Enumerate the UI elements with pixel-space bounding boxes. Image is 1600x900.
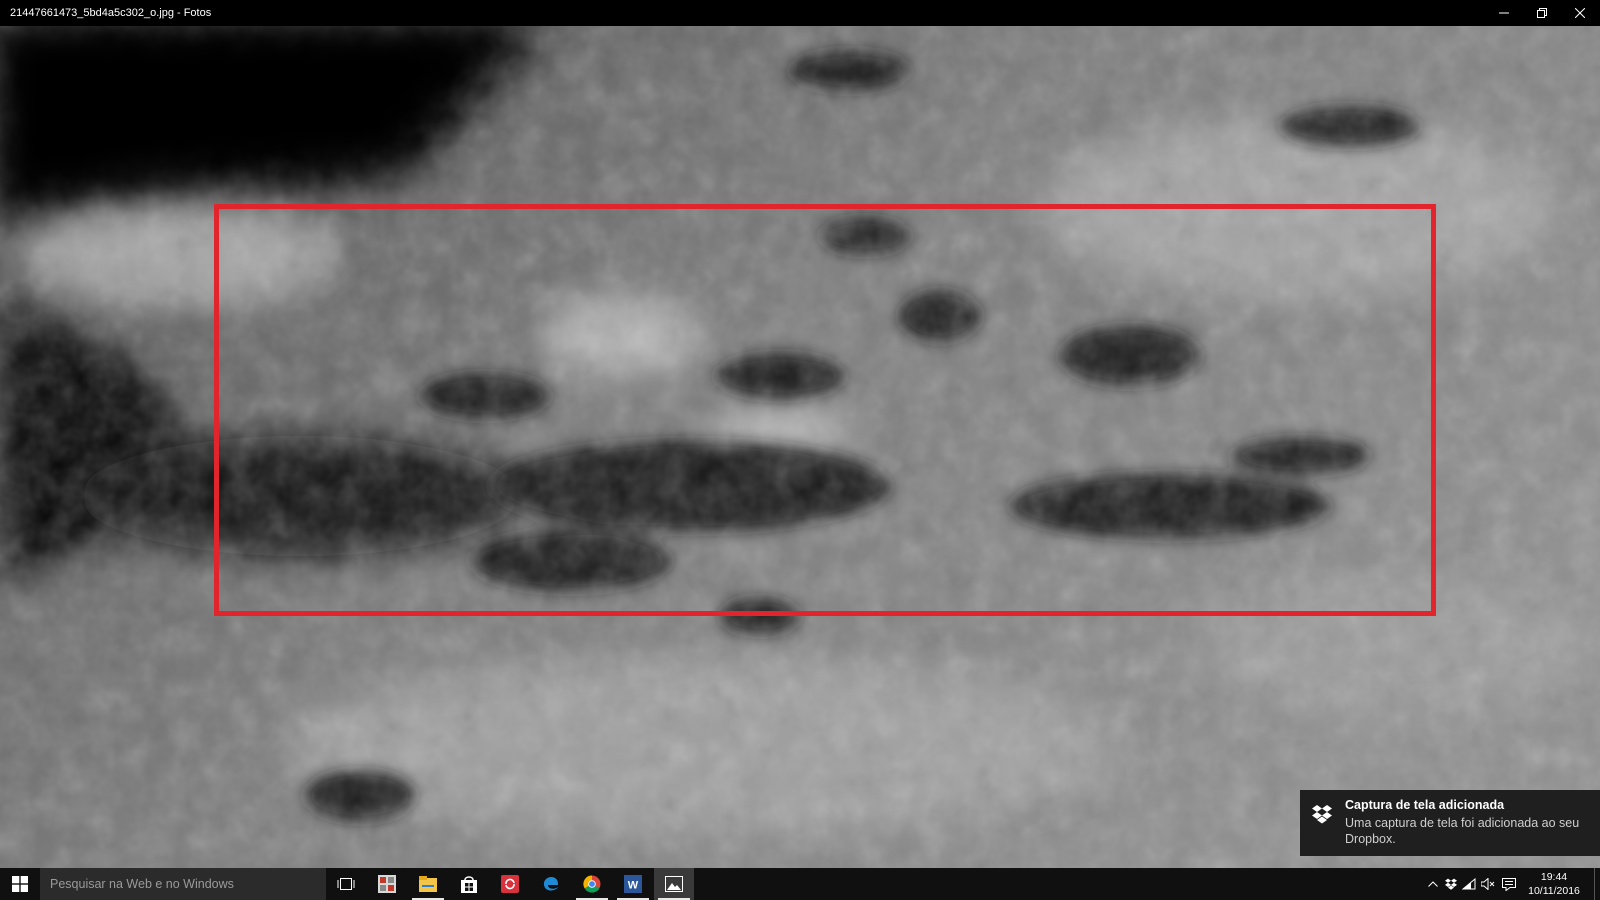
- search-box[interactable]: Pesquisar na Web e no Windows: [40, 868, 326, 900]
- close-icon: [1575, 8, 1585, 18]
- start-button[interactable]: [0, 868, 40, 900]
- restore-button[interactable]: [1524, 0, 1560, 26]
- restore-icon: [1537, 8, 1547, 18]
- notification-body: Uma captura de tela foi adicionada ao se…: [1345, 816, 1580, 846]
- show-desktop-button[interactable]: [1594, 868, 1600, 900]
- minimize-button[interactable]: [1486, 0, 1522, 26]
- dropbox-tray-button[interactable]: [1442, 868, 1460, 900]
- show-hidden-icons-button[interactable]: [1424, 868, 1442, 900]
- photo-gallery-icon: [378, 875, 396, 893]
- clock-time: 19:44: [1540, 871, 1568, 883]
- network-icon: [1462, 878, 1476, 890]
- taskbar-app-word[interactable]: W: [613, 868, 653, 900]
- network-button[interactable]: [1460, 868, 1478, 900]
- dropbox-icon: [1312, 805, 1332, 824]
- dropbox-notification[interactable]: Captura de tela adicionada Uma captura d…: [1300, 790, 1600, 856]
- clock-date: 10/11/2016: [1528, 885, 1580, 897]
- action-center-button[interactable]: [1498, 868, 1520, 900]
- dropbox-tray-icon: [1445, 878, 1457, 890]
- word-icon: W: [624, 875, 642, 893]
- taskbar-app-edge[interactable]: [531, 868, 571, 900]
- task-view-button[interactable]: [326, 868, 366, 900]
- file-explorer-icon: [419, 876, 437, 892]
- taskbar-app-sync[interactable]: [490, 868, 530, 900]
- svg-text:W: W: [628, 880, 639, 892]
- windows-logo-icon: [12, 876, 28, 892]
- search-placeholder: Pesquisar na Web e no Windows: [50, 877, 234, 891]
- close-button[interactable]: [1562, 0, 1598, 26]
- taskbar-app-file-explorer[interactable]: [408, 868, 448, 900]
- taskbar-app-photo-gallery[interactable]: [367, 868, 407, 900]
- edge-icon: [543, 876, 558, 891]
- window-title: 21447661473_5bd4a5c302_o.jpg - Fotos: [10, 7, 212, 19]
- system-clock[interactable]: 19:44 10/11/2016: [1526, 870, 1582, 898]
- taskbar: Pesquisar na Web e no Windows W 19:44 10…: [0, 868, 1600, 900]
- taskbar-app-photos[interactable]: [654, 868, 694, 900]
- taskbar-app-store[interactable]: [449, 868, 489, 900]
- action-center-icon: [1502, 877, 1516, 891]
- notification-title: Captura de tela adicionada: [1345, 798, 1505, 812]
- volume-button[interactable]: [1478, 868, 1498, 900]
- title-bar: 21447661473_5bd4a5c302_o.jpg - Fotos: [0, 0, 1600, 26]
- annotation-rectangle: [214, 204, 1436, 616]
- show-hidden-icons-icon: [1428, 881, 1438, 887]
- chrome-icon: [583, 875, 601, 893]
- minimize-icon: [1499, 12, 1509, 14]
- taskbar-app-chrome[interactable]: [572, 868, 612, 900]
- volume-muted-icon: [1481, 878, 1495, 890]
- photo-viewer[interactable]: [0, 26, 1600, 868]
- task-view-icon: [337, 878, 355, 890]
- sync-app-icon: [501, 875, 519, 893]
- photos-icon: [665, 876, 683, 892]
- store-icon: [461, 876, 477, 893]
